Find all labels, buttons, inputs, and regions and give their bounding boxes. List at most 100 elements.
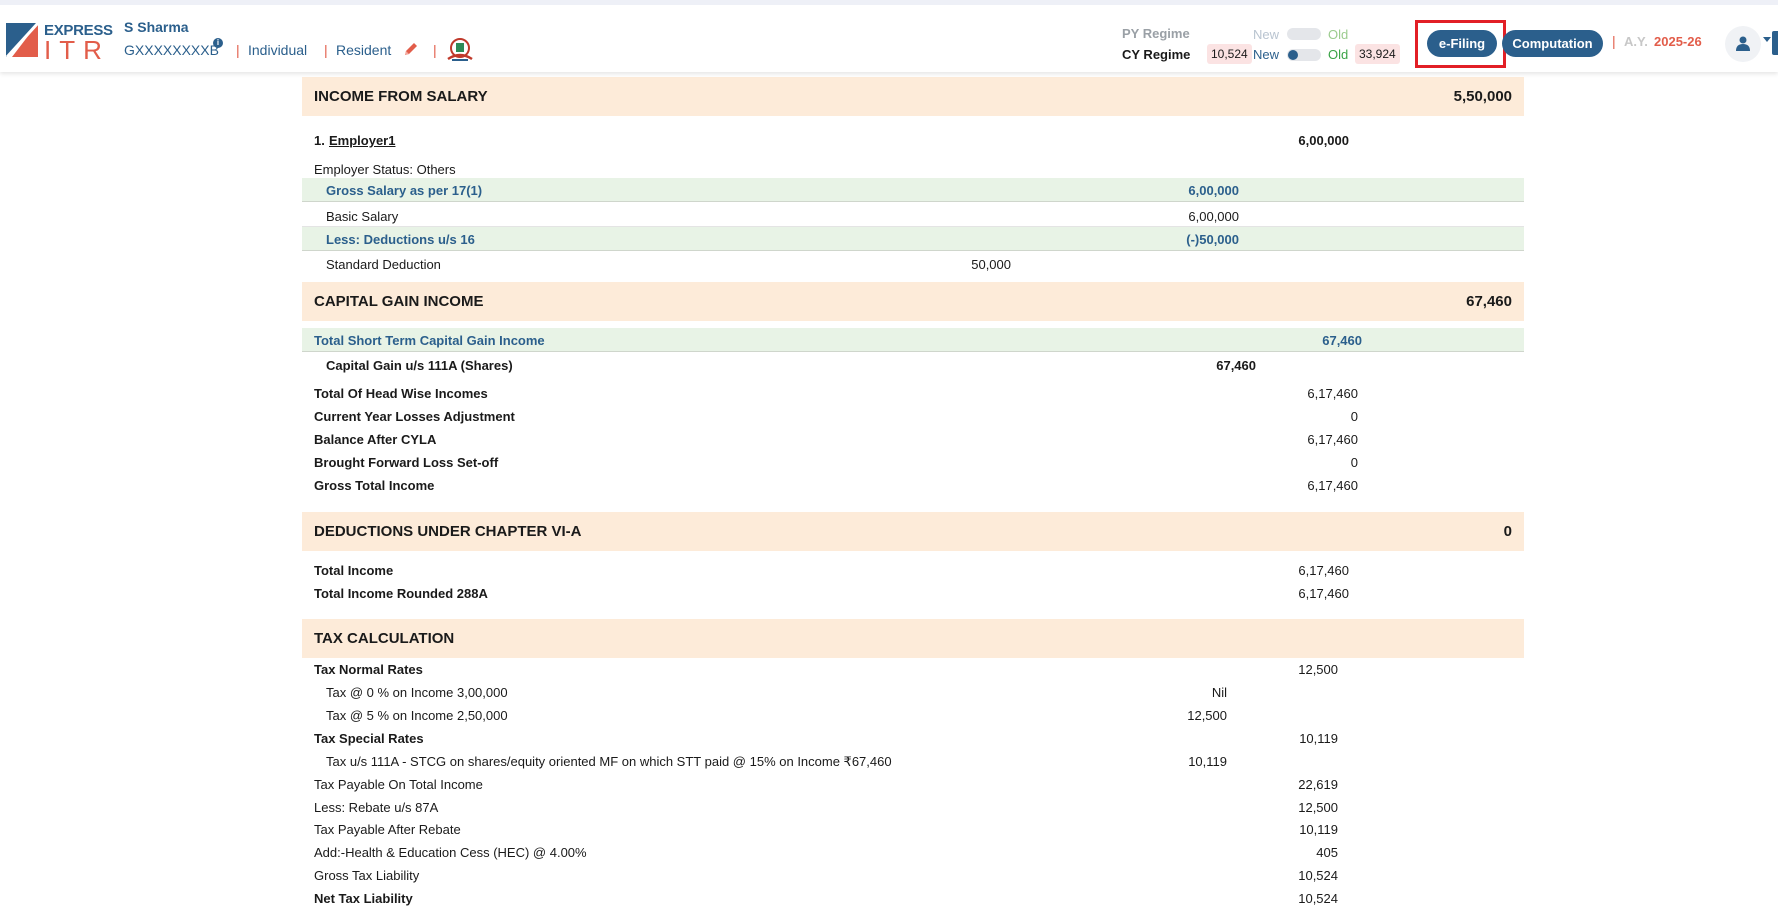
tax-line-value: 10,119 [1299,822,1338,837]
cy-new-label: New [1253,47,1280,62]
tax-line-value: 22,619 [1298,777,1338,792]
express-itr-logo[interactable]: EXPRESS ITR [4,19,113,64]
standard-deduction-value: 50,000 [971,257,1011,272]
divider: | [1612,33,1616,49]
divider: | [236,42,240,58]
net-tax-value: 10,524 [1298,891,1338,906]
cy-new-tax-amount: 10,524 [1207,44,1252,64]
total-income-rounded-value: 6,17,460 [1298,586,1349,601]
section-title: CAPITAL GAIN INCOME [314,293,484,310]
summary-label: Current Year Losses Adjustment [314,409,515,424]
side-panel-tab[interactable] [1772,31,1778,55]
tax-line-value: 12,500 [1298,800,1338,815]
tax-line-label: Tax Payable After Rebate [314,822,461,837]
summary-value: 0 [1350,455,1358,470]
logo-itr-text: ITR [44,35,110,65]
total-income-rounded-label: Total Income Rounded 288A [314,586,488,601]
tax-line-label: Add:-Health & Education Cess (HEC) @ 4.0… [314,845,587,860]
logo-mark-icon [5,21,40,59]
py-regime-label: PY Regime [1122,26,1190,41]
computation-button[interactable]: Computation [1502,30,1603,57]
section-total: 67,460 [1466,293,1512,310]
slab-label: Tax @ 5 % on Income 2,50,000 [326,708,508,723]
sec111a-label: Capital Gain u/s 111A (Shares) [326,358,513,373]
section-salary: INCOME FROM SALARY 5,50,000 [302,77,1524,116]
assessment-year-value[interactable]: 2025-26 [1654,34,1702,49]
cy-regime-label: CY Regime [1122,47,1191,62]
pencil-icon[interactable] [403,41,419,57]
user-name: S Sharma [124,19,189,35]
summary-value: 6,17,460 [1307,386,1358,401]
slab-value: Nil [1211,685,1227,700]
tax-special-label: Tax Special Rates [314,731,424,746]
chevron-down-icon[interactable] [1763,37,1771,42]
avatar[interactable] [1725,26,1761,62]
summary-value: 6,17,460 [1307,478,1358,493]
py-old-label: Old [1328,27,1349,42]
py-regime-toggle [1287,28,1321,40]
total-income-value: 6,17,460 [1298,563,1349,578]
stcg-tax-label: Tax u/s 111A - STCG on shares/equity ori… [326,754,892,769]
section-title: TAX CALCULATION [314,630,455,647]
employer-amount: 6,00,000 [1298,133,1349,148]
slab-label: Tax @ 0 % on Income 3,00,000 [326,685,508,700]
row-label: Gross Salary as per 17(1) [326,183,483,198]
row-label: Total Short Term Capital Gain Income [314,333,545,348]
net-tax-label: Net Tax Liability [314,891,413,906]
tax-line-value: 10,524 [1298,868,1338,883]
tax-line-value: 405 [1316,845,1338,860]
section-tax-calculation: TAX CALCULATION [302,619,1524,658]
row-value: (-)50,000 [1186,232,1239,247]
residential-status: Resident [336,42,392,58]
summary-label: Gross Total Income [314,478,435,493]
stcg-row: Total Short Term Capital Gain Income 67,… [302,328,1524,352]
row-value: 67,460 [1322,333,1362,348]
employer-prefix: 1. [314,133,325,148]
divider: | [433,42,437,58]
cy-old-tax-amount: 33,924 [1355,44,1400,64]
employer-status: Employer Status: Others [314,162,456,177]
employer-link[interactable]: Employer1 [329,133,395,148]
cy-old-label: Old [1328,47,1349,62]
deductions-16-row: Less: Deductions u/s 16 (-)50,000 [302,227,1524,251]
section-deductions: DEDUCTIONS UNDER CHAPTER VI-A 0 [302,512,1524,551]
row-value: 6,00,000 [1188,183,1239,198]
summary-label: Brought Forward Loss Set-off [314,455,499,470]
summary-value: 6,17,460 [1307,432,1358,447]
divider: | [324,42,328,58]
section-total: 0 [1503,523,1512,540]
basic-salary-value: 6,00,000 [1188,209,1239,224]
taxpayer-status: Individual [248,42,308,58]
summary-label: Balance After CYLA [314,432,437,447]
slab-value: 12,500 [1187,708,1227,723]
cy-regime-toggle[interactable] [1287,49,1321,61]
efiling-button[interactable]: e-Filing [1427,30,1497,57]
assessment-year-label: A.Y. [1624,34,1648,49]
user-pan: GXXXXXXXXB [124,42,219,58]
tax-normal-label: Tax Normal Rates [314,662,423,677]
section-capital-gain: CAPITAL GAIN INCOME 67,460 [302,282,1524,321]
tax-line-label: Tax Payable On Total Income [314,777,483,792]
basic-salary-label: Basic Salary [326,209,399,224]
tax-line-label: Gross Tax Liability [314,868,420,883]
tax-normal-value: 12,500 [1298,662,1338,677]
section-title: INCOME FROM SALARY [314,88,488,105]
summary-value: 0 [1350,409,1358,424]
income-tax-emblem-icon[interactable] [445,37,475,63]
py-new-label: New [1253,27,1280,42]
sec111a-value: 67,460 [1216,358,1256,373]
toggle-knob [1288,50,1298,60]
total-income-label: Total Income [314,563,394,578]
standard-deduction-label: Standard Deduction [326,257,441,272]
tax-line-label: Less: Rebate u/s 87A [314,800,439,815]
user-icon [1736,36,1750,51]
section-title: DEDUCTIONS UNDER CHAPTER VI-A [314,523,582,540]
stcg-tax-value: 10,119 [1188,754,1227,769]
summary-label: Total Of Head Wise Incomes [314,386,488,401]
section-total: 5,50,000 [1453,88,1512,105]
gross-salary-row: Gross Salary as per 17(1) 6,00,000 [302,178,1524,202]
info-icon[interactable]: i [213,38,223,48]
row-label: Less: Deductions u/s 16 [326,232,475,247]
top-header: EXPRESS ITR S Sharma GXXXXXXXXB i | Indi… [0,0,1778,72]
tax-special-value: 10,119 [1299,731,1338,746]
